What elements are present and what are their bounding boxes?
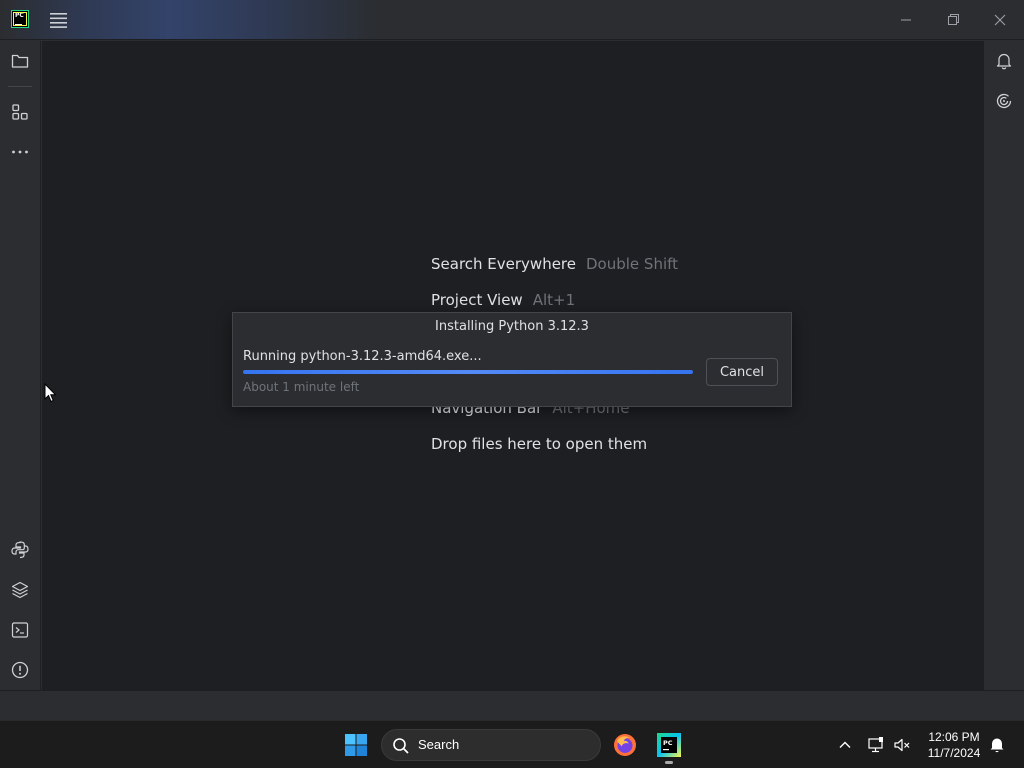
restore-icon[interactable] bbox=[943, 10, 963, 30]
structure-icon[interactable] bbox=[10, 102, 30, 122]
more-icon[interactable] bbox=[10, 142, 30, 162]
network-icon[interactable] bbox=[867, 736, 885, 754]
progress-bar-fill bbox=[243, 370, 693, 374]
running-app-indicator bbox=[665, 761, 673, 764]
main-menu-icon[interactable] bbox=[50, 12, 68, 28]
hint-label: Drop files here to open them bbox=[431, 435, 648, 453]
pycharm-taskbar-logo-text: PC bbox=[663, 739, 673, 747]
system-clock[interactable]: 12:06 PM 11/7/2024 bbox=[920, 729, 988, 761]
hint-project-view: Project View Alt+1 bbox=[431, 291, 575, 309]
hint-label: Project View bbox=[431, 291, 523, 309]
cancel-button[interactable]: Cancel bbox=[706, 358, 778, 386]
chevron-up-icon[interactable] bbox=[836, 736, 854, 754]
mouse-cursor-icon bbox=[44, 383, 57, 403]
hint-shortcut: Double Shift bbox=[586, 255, 679, 273]
clock-date: 11/7/2024 bbox=[927, 746, 981, 760]
status-bar bbox=[0, 690, 1024, 720]
layers-icon[interactable] bbox=[10, 580, 30, 600]
right-tool-strip bbox=[983, 41, 1024, 690]
volume-muted-icon[interactable] bbox=[893, 736, 911, 754]
install-progress-dialog: Installing Python 3.12.3 Running python-… bbox=[232, 312, 792, 407]
hint-search-everywhere: Search Everywhere Double Shift bbox=[431, 255, 678, 273]
logo-text: PC bbox=[15, 12, 24, 19]
notification-bell-icon[interactable] bbox=[988, 736, 1006, 754]
progress-bar bbox=[243, 370, 693, 374]
search-label: Search bbox=[418, 737, 460, 752]
pycharm-taskbar-icon[interactable]: PC bbox=[656, 732, 682, 758]
windows-start-icon[interactable] bbox=[344, 733, 368, 757]
hint-drop-files: Drop files here to open them bbox=[431, 435, 647, 453]
search-icon bbox=[393, 738, 409, 754]
title-bar: PC bbox=[0, 0, 1024, 40]
dialog-title: Installing Python 3.12.3 bbox=[435, 319, 589, 334]
folder-icon[interactable] bbox=[10, 51, 30, 71]
left-tool-strip bbox=[0, 41, 41, 690]
clock-time: 12:06 PM bbox=[928, 730, 980, 744]
hint-shortcut: Alt+1 bbox=[532, 291, 576, 309]
ai-assistant-icon[interactable] bbox=[994, 91, 1014, 111]
tool-separator bbox=[8, 86, 32, 87]
pycharm-logo-icon[interactable]: PC bbox=[11, 10, 29, 28]
firefox-icon[interactable] bbox=[613, 733, 637, 757]
close-icon[interactable] bbox=[990, 10, 1010, 30]
problems-icon[interactable] bbox=[10, 660, 30, 680]
hint-label: Search Everywhere bbox=[431, 255, 576, 273]
dialog-status-text: Running python-3.12.3-amd64.exe... bbox=[243, 349, 482, 364]
python-packages-icon[interactable] bbox=[10, 540, 30, 560]
notifications-bell-icon[interactable] bbox=[994, 51, 1014, 71]
dialog-eta-text: About 1 minute left bbox=[243, 380, 360, 394]
taskbar-search-box[interactable]: Search bbox=[381, 729, 601, 761]
minimize-icon[interactable] bbox=[896, 10, 916, 30]
windows-taskbar: Search PC 12:06 PM 11/7/2024 bbox=[0, 720, 1024, 768]
terminal-icon[interactable] bbox=[10, 620, 30, 640]
